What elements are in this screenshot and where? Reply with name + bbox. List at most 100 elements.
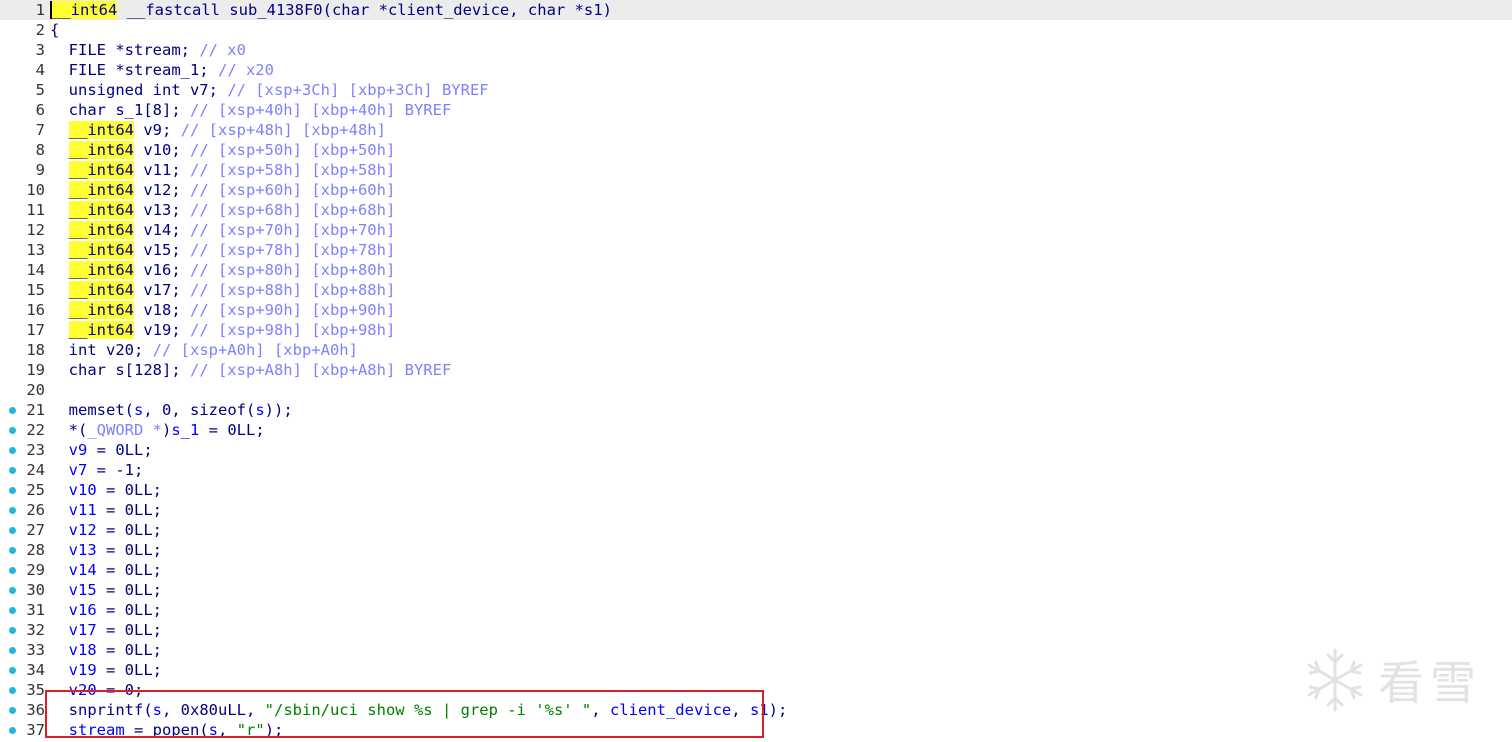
code-line[interactable]: 6 char s_1[8]; // [xsp+40h] [xbp+40h] BY… — [0, 100, 1512, 120]
code-token: __int64 — [68, 141, 134, 159]
line-number: 21 — [26, 401, 45, 419]
code-line[interactable]: 33 v18 = 0LL; — [0, 640, 1512, 660]
code-token: v19; — [134, 321, 190, 339]
code-line[interactable]: 30 v15 = 0LL; — [0, 580, 1512, 600]
code-line[interactable]: 31 v16 = 0LL; — [0, 600, 1512, 620]
line-number: 15 — [26, 281, 45, 299]
code-line[interactable]: 2{ — [0, 20, 1512, 40]
code-token: // [xsp+70h] [xbp+70h] — [190, 221, 396, 239]
code-token: __int64 — [50, 1, 118, 19]
code-line[interactable]: 32 v17 = 0LL; — [0, 620, 1512, 640]
code-token: // [xsp+88h] [xbp+88h] — [190, 281, 396, 299]
code-text: v7 = -1; — [50, 460, 144, 480]
line-number: 22 — [26, 421, 45, 439]
code-text: v9 = 0LL; — [50, 440, 153, 460]
line-number: 33 — [26, 641, 45, 659]
code-line[interactable]: 12 __int64 v14; // [xsp+70h] [xbp+70h] — [0, 220, 1512, 240]
code-line[interactable]: 7 __int64 v9; // [xsp+48h] [xbp+48h] — [0, 120, 1512, 140]
code-token: __fastcall sub_4138F0(char *client_devic… — [117, 1, 612, 19]
line-number: 7 — [35, 121, 45, 139]
code-line[interactable]: 14 __int64 v16; // [xsp+80h] [xbp+80h] — [0, 260, 1512, 280]
code-text: __int64 v11; // [xsp+58h] [xbp+58h] — [50, 160, 395, 180]
code-token: s — [134, 401, 144, 419]
code-line[interactable]: 22 *(_QWORD *)s_1 = 0LL; — [0, 420, 1512, 440]
line-number: 13 — [26, 241, 45, 259]
code-token: v11; — [134, 161, 190, 179]
code-line[interactable]: 23 v9 = 0LL; — [0, 440, 1512, 460]
code-line[interactable]: 11 __int64 v13; // [xsp+68h] [xbp+68h] — [0, 200, 1512, 220]
line-number: 36 — [26, 701, 45, 719]
code-line[interactable]: 15 __int64 v17; // [xsp+88h] [xbp+88h] — [0, 280, 1512, 300]
pseudocode-view[interactable]: 1 __int64 __fastcall sub_4138F0(char *cli… — [0, 0, 1512, 740]
code-token: , 0, sizeof( — [143, 401, 256, 419]
code-token: FILE *stream; — [50, 41, 200, 59]
code-text: __int64 v19; // [xsp+98h] [xbp+98h] — [50, 320, 395, 340]
code-token: // [xsp+A0h] [xbp+A0h] — [152, 341, 358, 359]
code-token: __int64 — [68, 201, 134, 219]
line-number: 23 — [26, 441, 45, 459]
code-line[interactable]: 5 unsigned int v7; // [xsp+3Ch] [xbp+3Ch… — [0, 80, 1512, 100]
line-number: 30 — [26, 581, 45, 599]
line-number: 5 — [35, 81, 45, 99]
code-line[interactable]: 4 FILE *stream_1; // x20 — [0, 60, 1512, 80]
line-number: 32 — [26, 621, 45, 639]
code-line[interactable]: 18 int v20; // [xsp+A0h] [xbp+A0h] — [0, 340, 1512, 360]
code-token: __int64 — [68, 261, 134, 279]
line-number: 9 — [35, 161, 45, 179]
code-line[interactable]: 28 v13 = 0LL; — [0, 540, 1512, 560]
code-token: // [xsp+48h] [xbp+48h] — [180, 121, 386, 139]
code-line[interactable]: 17 __int64 v19; // [xsp+98h] [xbp+98h] — [0, 320, 1512, 340]
code-line[interactable]: 20 — [0, 380, 1512, 400]
code-line[interactable]: 26 v11 = 0LL; — [0, 500, 1512, 520]
code-text: __int64 v16; // [xsp+80h] [xbp+80h] — [50, 260, 395, 280]
code-token: // [xsp+98h] [xbp+98h] — [190, 321, 396, 339]
line-number: 10 — [26, 181, 45, 199]
code-text: __int64 v10; // [xsp+50h] [xbp+50h] — [50, 140, 395, 160]
code-text: v12 = 0LL; — [50, 520, 162, 540]
code-text: char s[128]; // [xsp+A8h] [xbp+A8h] BYRE… — [50, 360, 452, 380]
code-line[interactable]: 8 __int64 v10; // [xsp+50h] [xbp+50h] — [0, 140, 1512, 160]
code-text: memset(s, 0, sizeof(s)); — [50, 400, 293, 420]
code-line[interactable]: 10 __int64 v12; // [xsp+60h] [xbp+60h] — [0, 180, 1512, 200]
code-token: = 0LL; — [96, 581, 162, 599]
code-line[interactable]: 24 v7 = -1; — [0, 460, 1512, 480]
snowflake-logo-icon — [1307, 648, 1363, 712]
code-line[interactable]: 19 char s[128]; // [xsp+A8h] [xbp+A8h] B… — [0, 360, 1512, 380]
code-line[interactable]: 29 v14 = 0LL; — [0, 560, 1512, 580]
code-line[interactable]: 16 __int64 v18; // [xsp+90h] [xbp+90h] — [0, 300, 1512, 320]
code-text: __int64 v12; // [xsp+60h] [xbp+60h] — [50, 180, 395, 200]
line-number: 31 — [26, 601, 45, 619]
line-number: 12 — [26, 221, 45, 239]
code-line[interactable]: 25 v10 = 0LL; — [0, 480, 1512, 500]
code-line[interactable]: 1 __int64 __fastcall sub_4138F0(char *cli… — [0, 0, 1512, 20]
code-token: // [xsp+58h] [xbp+58h] — [190, 161, 396, 179]
code-line[interactable]: 13 __int64 v15; // [xsp+78h] [xbp+78h] — [0, 240, 1512, 260]
code-token: __int64 — [68, 241, 134, 259]
code-token: ) — [161, 421, 172, 439]
code-token: // [xsp+40h] [xbp+40h] BYREF — [189, 101, 452, 119]
code-token: = 0LL; — [96, 641, 162, 659]
code-token: = 0LL; — [96, 561, 162, 579]
code-token: v18 — [68, 641, 97, 659]
line-number: 17 — [26, 321, 45, 339]
code-line[interactable]: 3 FILE *stream; // x0 — [0, 40, 1512, 60]
code-text: __int64 v9; // [xsp+48h] [xbp+48h] — [50, 120, 386, 140]
code-line[interactable]: 9 __int64 v11; // [xsp+58h] [xbp+58h] — [0, 160, 1512, 180]
code-line[interactable]: 34 v19 = 0LL; — [0, 660, 1512, 680]
code-token: s — [255, 401, 265, 419]
line-number: 1 — [35, 1, 45, 19]
code-text: v18 = 0LL; — [50, 640, 162, 660]
code-text: v11 = 0LL; — [50, 500, 162, 520]
code-line[interactable]: 21 memset(s, 0, sizeof(s)); — [0, 400, 1512, 420]
code-token: __int64 — [68, 181, 134, 199]
line-number: 20 — [26, 381, 45, 399]
code-text: char s_1[8]; // [xsp+40h] [xbp+40h] BYRE… — [50, 100, 452, 120]
line-number: 29 — [26, 561, 45, 579]
code-line[interactable]: 27 v12 = 0LL; — [0, 520, 1512, 540]
